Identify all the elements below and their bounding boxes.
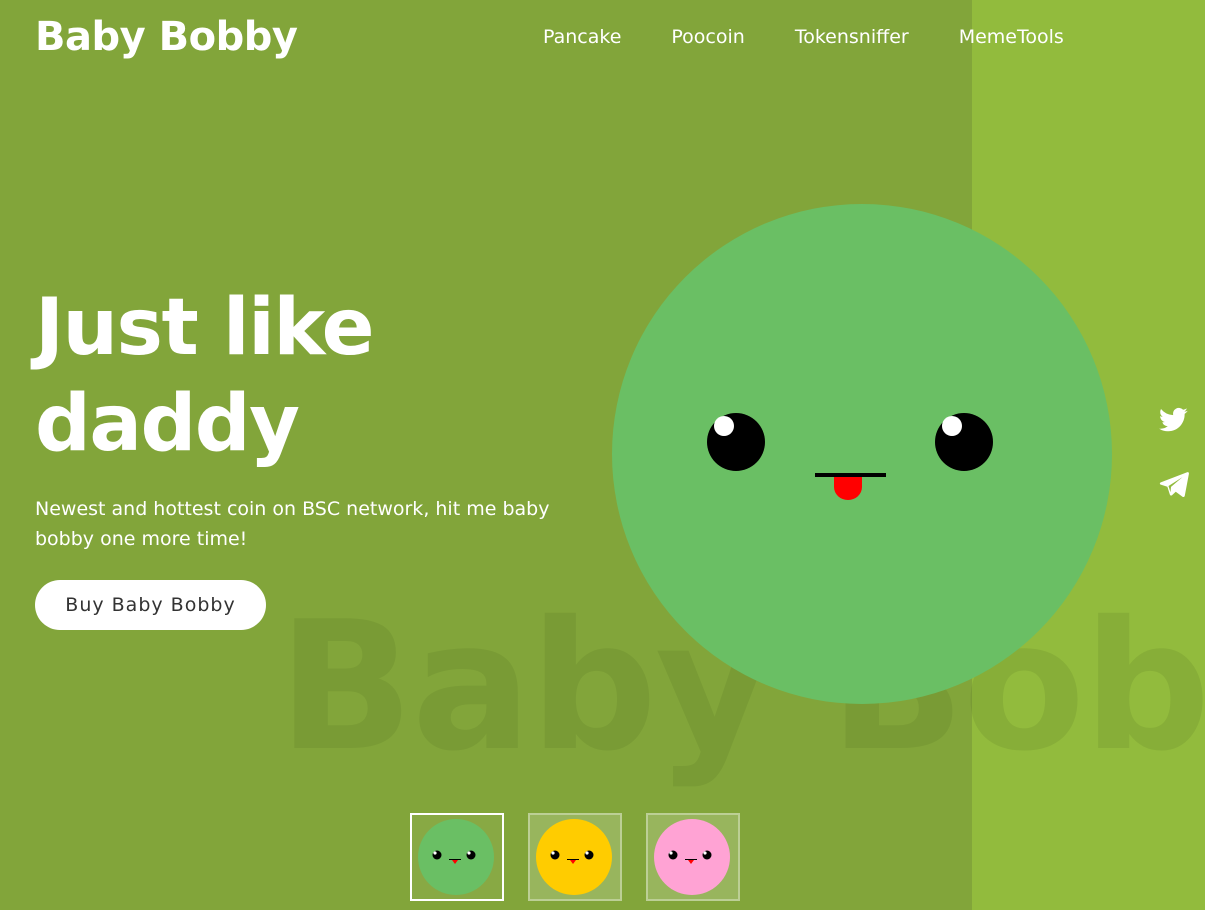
- nav-link-pancake[interactable]: Pancake: [543, 26, 621, 48]
- nav-link-memetools[interactable]: MemeTools: [959, 26, 1064, 48]
- mini-face-green: [418, 819, 494, 895]
- headline-line-2: daddy: [35, 379, 300, 469]
- mascot-right-eye: [935, 413, 993, 471]
- mascot-face: [612, 204, 1112, 704]
- variant-thumb-yellow[interactable]: [528, 813, 622, 901]
- hero-description: Newest and hottest coin on BSC network, …: [35, 498, 550, 550]
- mini-face-pink: [654, 819, 730, 895]
- twitter-icon[interactable]: [1158, 405, 1190, 435]
- nav-link-tokensniffer[interactable]: Tokensniffer: [795, 26, 909, 48]
- nav-link-poocoin[interactable]: Poocoin: [671, 26, 744, 48]
- mascot-mouth: [815, 473, 886, 477]
- brand-logo[interactable]: Baby Bobby: [35, 14, 298, 60]
- mascot-left-eye: [707, 413, 765, 471]
- telegram-icon[interactable]: [1158, 469, 1190, 499]
- variant-thumb-pink[interactable]: [646, 813, 740, 901]
- hero-headline: Just like daddy: [35, 280, 555, 472]
- mini-face-yellow: [536, 819, 612, 895]
- variant-thumb-green[interactable]: [410, 813, 504, 901]
- headline-line-1: Just like: [35, 283, 375, 373]
- buy-button[interactable]: Buy Baby Bobby: [35, 580, 266, 630]
- mascot-face-circle: [612, 204, 1112, 704]
- main-nav: Pancake Poocoin Tokensniffer MemeTools: [543, 26, 1114, 48]
